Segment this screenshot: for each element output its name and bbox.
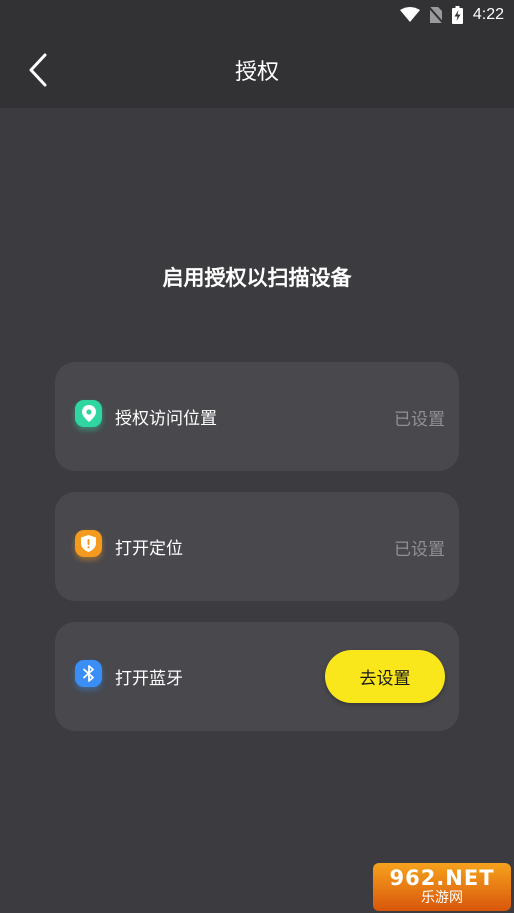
permission-card-location-access: 授权访问位置 已设置: [55, 362, 459, 471]
battery-charging-icon: [451, 6, 463, 24]
status-time: 4:22: [472, 6, 504, 23]
shield-exclamation-icon: [75, 530, 102, 557]
page-title: 授权: [234, 60, 279, 85]
permission-card-enable-location: 打开定位 已设置: [55, 492, 459, 601]
no-sim-icon: [427, 6, 444, 24]
bluetooth-icon: [75, 660, 102, 687]
permission-status: 已设置: [394, 410, 445, 430]
status-icons: 4:22: [399, 4, 504, 26]
watermark-top-text: 962.NET: [389, 866, 495, 890]
wifi-icon: [399, 7, 420, 22]
permission-label: 打开定位: [115, 539, 183, 559]
watermark-bottom-text: 乐游网: [421, 890, 463, 906]
status-bar: 4:22: [0, 0, 514, 30]
app-bar: 授权: [0, 30, 514, 108]
permission-card-bluetooth: 打开蓝牙 去设置: [55, 622, 459, 731]
location-pin-icon: [75, 400, 102, 427]
headline: 启用授权以扫描设备: [162, 266, 352, 290]
watermark-logo: 962.NET 乐游网: [373, 863, 511, 911]
permission-label: 打开蓝牙: [115, 669, 183, 689]
permission-status: 已设置: [394, 540, 445, 560]
permission-label: 授权访问位置: [115, 409, 217, 429]
go-to-settings-button[interactable]: 去设置: [325, 650, 445, 703]
